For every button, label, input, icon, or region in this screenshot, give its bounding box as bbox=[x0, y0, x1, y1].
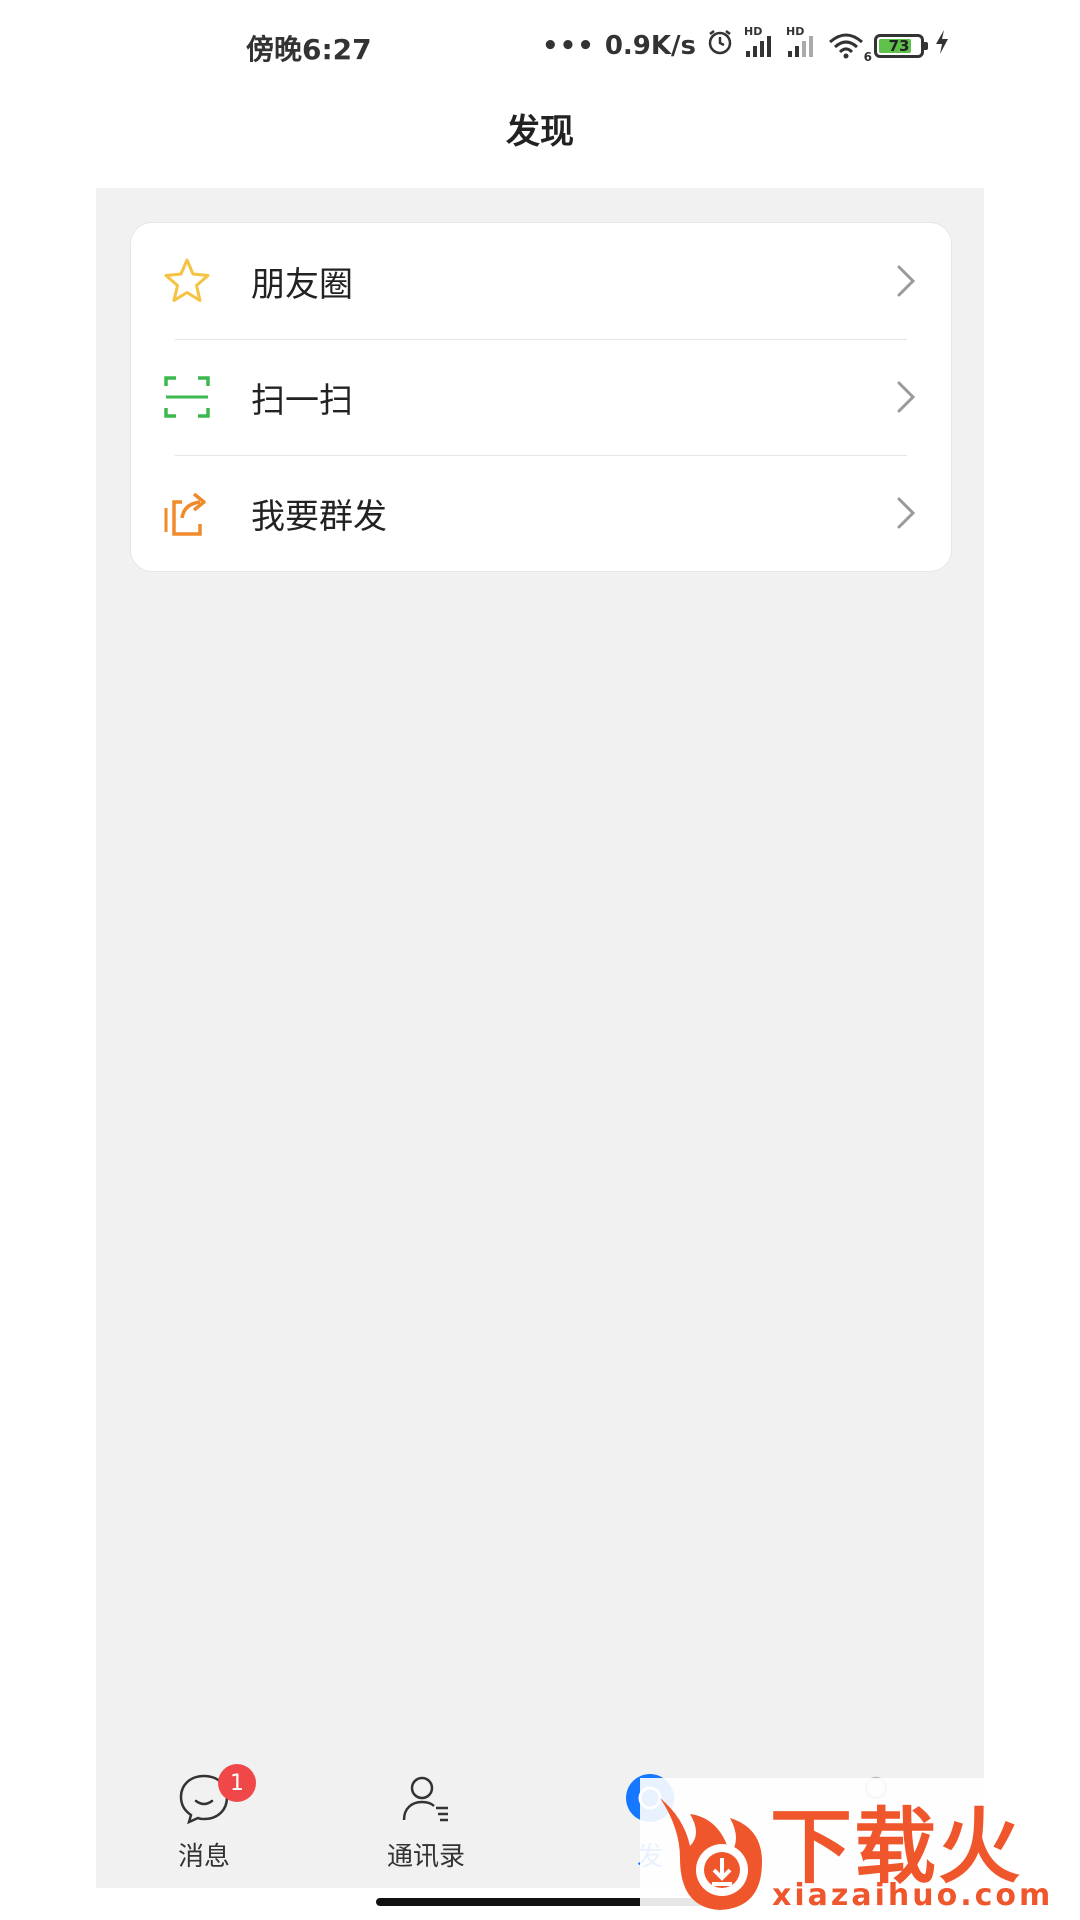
flame-logo-icon bbox=[650, 1788, 770, 1920]
menu-item-moments[interactable]: 朋友圈 bbox=[131, 223, 951, 339]
watermark: 下载火 xiazaihuo.com bbox=[640, 1778, 1080, 1920]
hd-label-2: HD bbox=[786, 24, 805, 38]
menu-item-scan[interactable]: 扫一扫 bbox=[131, 339, 951, 455]
status-indicators: ••• 0.9K/s HD HD 6 73 bbox=[541, 25, 950, 64]
tab-contacts[interactable]: 通讯录 bbox=[356, 1768, 496, 1878]
unread-badge: 1 bbox=[218, 1764, 256, 1802]
screen: 傍晚6:27 ••• 0.9K/s HD HD 6 73 发现 朋友圈 扫一扫 … bbox=[0, 0, 1080, 1920]
chevron-right-icon bbox=[891, 261, 921, 301]
discover-menu-card: 朋友圈 扫一扫 我要群发 bbox=[130, 222, 952, 572]
tab-label-contacts: 通讯录 bbox=[386, 1842, 465, 1872]
wifi-generation: 6 bbox=[863, 49, 872, 64]
alarm-icon bbox=[706, 28, 734, 63]
status-bar: 傍晚6:27 ••• 0.9K/s HD HD 6 73 bbox=[0, 0, 1080, 100]
scan-icon bbox=[161, 371, 213, 423]
star-icon bbox=[161, 255, 213, 307]
more-dots-icon: ••• bbox=[541, 30, 595, 61]
status-time: 傍晚6:27 bbox=[246, 33, 372, 66]
hd-label: HD bbox=[744, 24, 763, 38]
chevron-right-icon bbox=[891, 377, 921, 417]
contacts-icon bbox=[396, 1768, 456, 1828]
tab-label-messages: 消息 bbox=[177, 1842, 230, 1872]
tab-messages[interactable]: 1 消息 bbox=[134, 1764, 274, 1878]
charging-bolt-icon bbox=[934, 29, 950, 62]
signal-strength-2-icon: HD bbox=[786, 25, 818, 59]
menu-label-broadcast: 我要群发 bbox=[251, 496, 387, 537]
page-title: 发现 bbox=[506, 112, 574, 152]
chevron-right-icon bbox=[891, 493, 921, 533]
signal-strength-icon: HD bbox=[744, 25, 776, 59]
watermark-url: xiazaihuo.com bbox=[772, 1878, 1054, 1913]
battery-icon: 73 bbox=[874, 33, 928, 58]
menu-label-scan: 扫一扫 bbox=[251, 380, 353, 421]
menu-label-moments: 朋友圈 bbox=[251, 264, 353, 305]
menu-item-broadcast[interactable]: 我要群发 bbox=[131, 455, 951, 571]
wifi-icon: 6 bbox=[828, 32, 872, 64]
battery-level: 73 bbox=[888, 36, 910, 55]
share-icon bbox=[161, 487, 213, 539]
content-area: 朋友圈 扫一扫 我要群发 bbox=[96, 188, 984, 1888]
network-speed: 0.9K/s bbox=[604, 30, 696, 61]
